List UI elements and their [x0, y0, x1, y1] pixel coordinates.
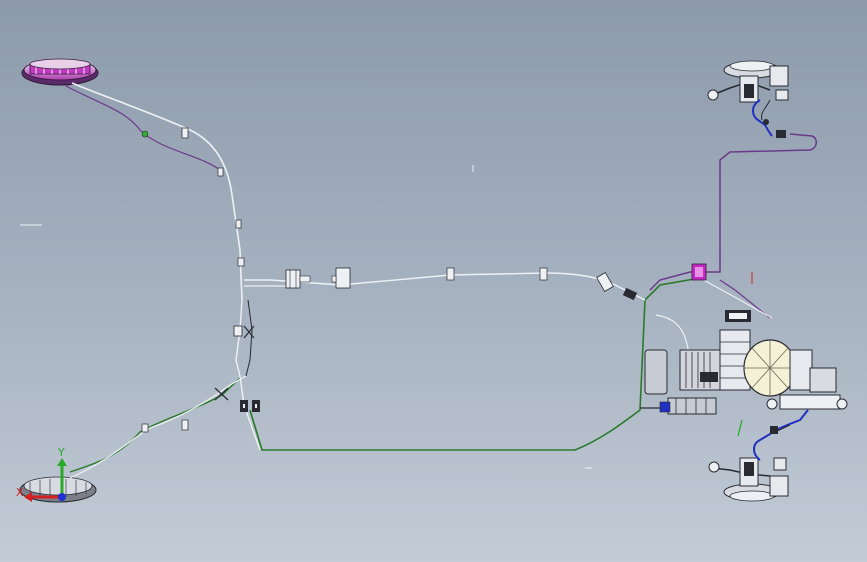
rear-right-brake-hose[interactable]: [752, 99, 786, 138]
line-clip-icon: [235, 219, 242, 229]
brake-proportioning-valve[interactable]: [691, 263, 707, 281]
line-clip-icon: [181, 419, 189, 431]
rear-right-caliper[interactable]: [707, 60, 789, 121]
y-axis-label: Y: [57, 446, 65, 459]
main-white-brake-line[interactable]: [244, 267, 646, 301]
front-right-brake-hose[interactable]: [753, 409, 809, 461]
x-axis-label: X: [16, 486, 24, 499]
main-green-brake-line[interactable]: [249, 277, 701, 451]
line-clip-icon: [141, 130, 149, 138]
cad-viewport[interactable]: X Y: [0, 0, 867, 562]
stray-mark: [737, 419, 743, 437]
line-clip-icon: [539, 267, 548, 281]
front-right-caliper[interactable]: [708, 457, 789, 502]
line-clip-icon: [217, 167, 224, 177]
brake-line-assembly-drawing: X Y: [16, 58, 848, 503]
line-fitting-icon: [596, 272, 614, 292]
line-clip-icon: [237, 257, 245, 267]
brake-master-cylinder-assembly[interactable]: [640, 310, 848, 415]
right-rear-brake-line[interactable]: [649, 133, 817, 319]
left-rear-brake-line[interactable]: [65, 82, 245, 301]
left-front-brake-line[interactable]: [69, 375, 247, 479]
left-junction-block[interactable]: [233, 299, 261, 451]
line-fitting-icon: [285, 269, 311, 289]
line-clip-icon: [141, 423, 149, 433]
rear-left-wheel-brake[interactable]: [21, 58, 99, 86]
line-clip-icon: [446, 267, 455, 281]
line-clip-icon: [181, 127, 189, 139]
stray-mark: [20, 165, 592, 469]
